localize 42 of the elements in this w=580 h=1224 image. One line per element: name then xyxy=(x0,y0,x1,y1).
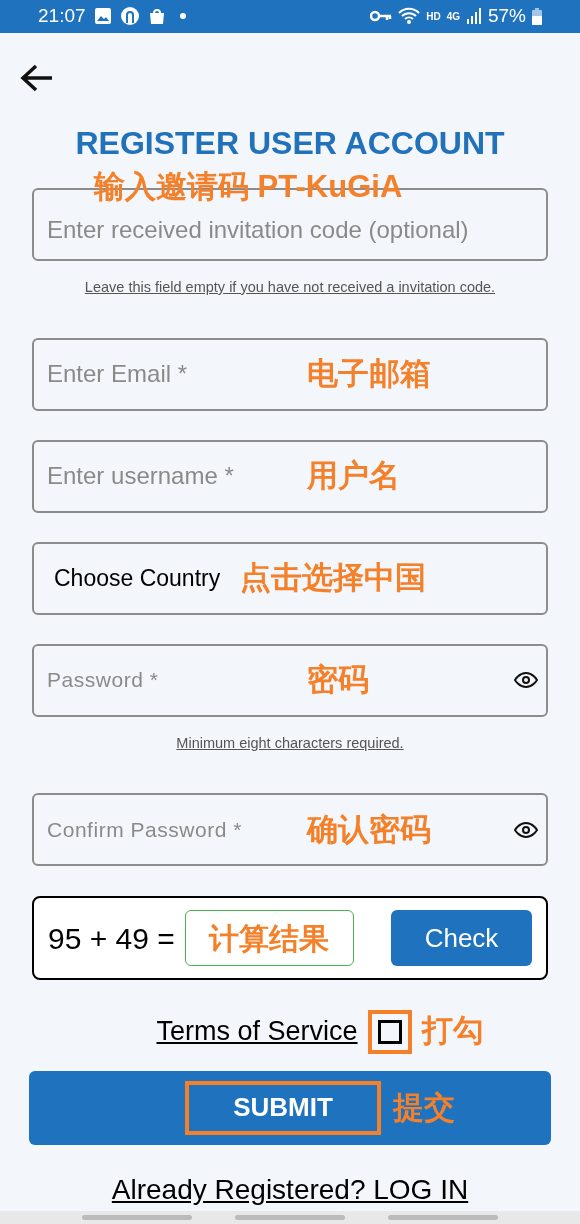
annotation: 计算结果 xyxy=(209,920,330,957)
signal-icon xyxy=(465,8,482,25)
dot-icon xyxy=(179,13,186,20)
text-input[interactable]: Enter Email * xyxy=(47,356,287,393)
wifi-icon xyxy=(398,7,421,26)
back-arrow-icon[interactable] xyxy=(20,62,54,93)
answer-field[interactable]: 计算结果 xyxy=(184,910,354,967)
annotation: 用户名 xyxy=(307,456,400,495)
shopping-bag-icon xyxy=(147,7,166,26)
nav-handle[interactable] xyxy=(235,1214,345,1220)
captcha-question: 95 + 49 = xyxy=(48,920,175,957)
highlight-frame: SUBMIT xyxy=(185,1080,381,1135)
nav-handle[interactable] xyxy=(388,1214,499,1220)
submit-button[interactable]: SUBMIT 提交 xyxy=(29,1070,551,1145)
annotation: 电子邮箱 xyxy=(307,354,431,393)
check-button[interactable]: Check xyxy=(391,910,532,967)
annotation: 点击选择中国 xyxy=(240,558,427,597)
clock: 21:07 xyxy=(38,4,86,29)
country-select[interactable]: Choose Country 点击选择中国 xyxy=(32,541,548,615)
hd-indicator: HD xyxy=(426,9,441,24)
text-input[interactable]: Confirm Password * xyxy=(47,814,287,846)
text-input[interactable]: Password * xyxy=(47,664,287,696)
annotation: 提交 xyxy=(393,1088,455,1127)
network-indicator: 4G xyxy=(446,9,460,24)
app-icon xyxy=(119,6,140,27)
annotation: 确认密码 xyxy=(307,810,431,849)
field-hint: Leave this field empty if you have not received a invitation code. xyxy=(83,277,497,297)
login-link[interactable]: Already Registered? LOG IN xyxy=(111,1168,469,1211)
text-input[interactable]: Enter username * xyxy=(47,458,287,495)
field-hint: Minimum eight characters required. xyxy=(175,733,405,753)
terms-checkbox[interactable] xyxy=(377,1019,402,1044)
nav-handle[interactable] xyxy=(81,1214,192,1220)
page-title: REGISTER USER ACCOUNT xyxy=(74,123,506,163)
annotation: 打勾 xyxy=(421,1012,484,1051)
battery-icon xyxy=(532,7,542,25)
country-select-value: Choose Country xyxy=(54,563,221,593)
key-icon xyxy=(370,10,393,23)
image-icon xyxy=(93,7,112,26)
terms-link[interactable]: Terms of Service xyxy=(156,1011,358,1052)
battery-percent: 57% xyxy=(487,4,526,29)
text-input[interactable]: Enter received invitation code (optional) xyxy=(47,212,517,249)
annotation: 密码 xyxy=(307,660,369,699)
